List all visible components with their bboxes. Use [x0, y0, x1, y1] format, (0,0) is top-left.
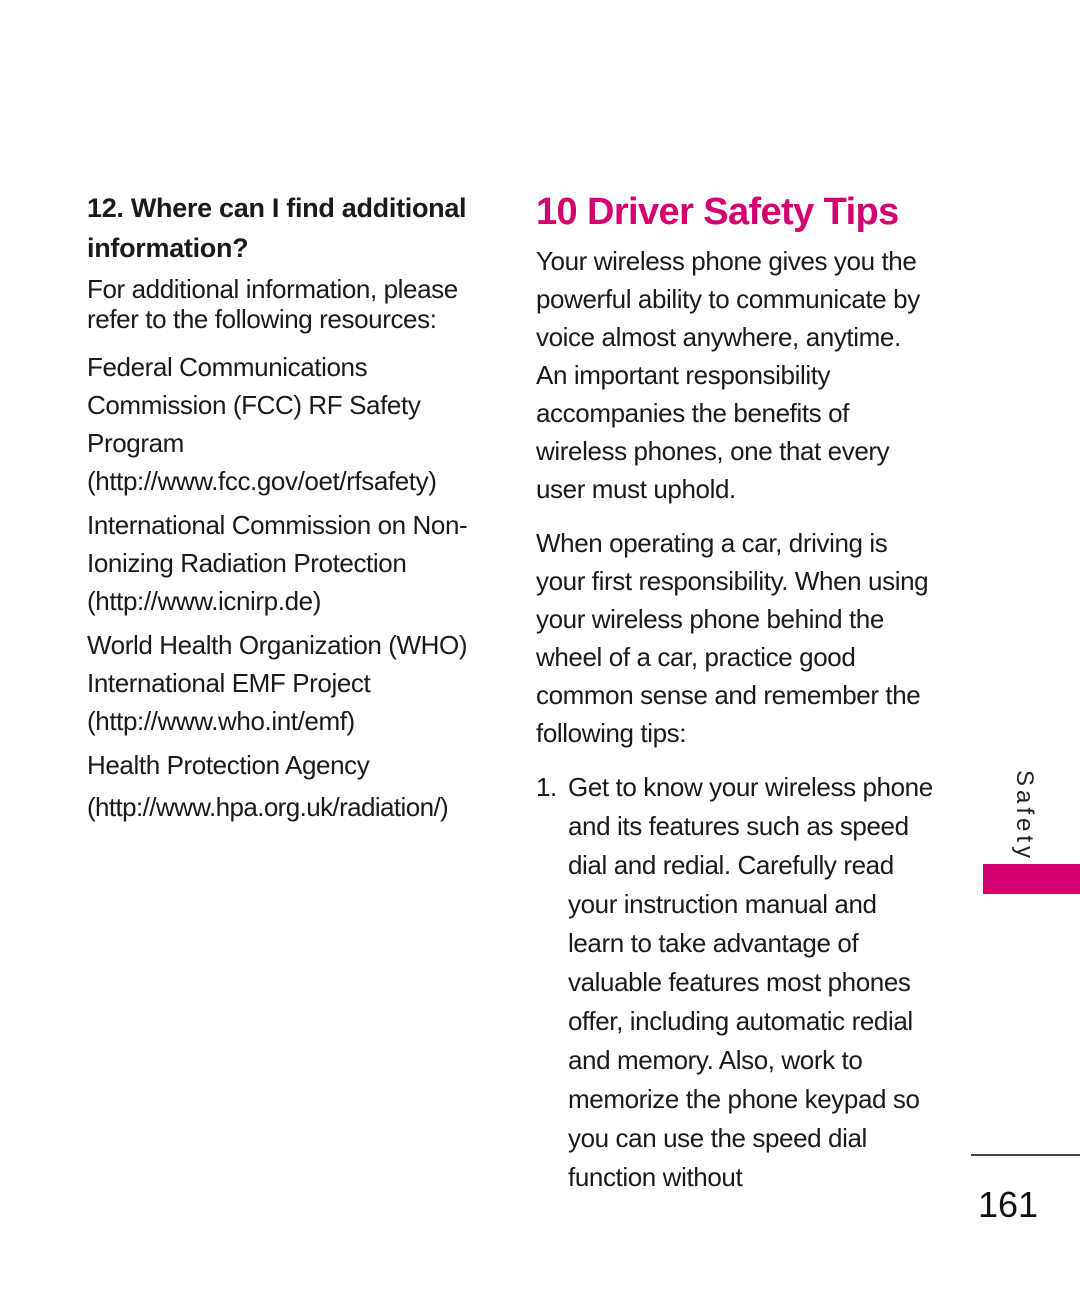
- resource-fcc: Federal Communications Commission (FCC) …: [87, 348, 487, 500]
- footer-rule: [971, 1154, 1080, 1156]
- resource-url: (http://www.fcc.gov/oet/rfsafety): [87, 466, 437, 496]
- right-column: 10 Driver Safety Tips Your wireless phon…: [536, 190, 936, 1197]
- resource-hpa: Health Protection Agency (http://www.hpa…: [87, 746, 487, 826]
- section-title: 10 Driver Safety Tips: [536, 191, 899, 233]
- tip-item: 1. Get to know your wireless phone and i…: [536, 768, 936, 1197]
- paragraph: When operating a car, driving is your fi…: [536, 528, 929, 748]
- resource-url: (http://www.hpa.org.uk/radiation/): [87, 792, 449, 822]
- resource-name: International Commission on Non-Ionizing…: [87, 510, 468, 578]
- resource-url: (http://www.who.int/emf): [87, 706, 355, 736]
- intro-text: For additional information, please refer…: [87, 274, 458, 334]
- page-number: 161: [978, 1184, 1039, 1225]
- resource-url: (http://www.icnirp.de): [87, 586, 321, 616]
- resource-who: World Health Organization (WHO) Internat…: [87, 626, 487, 740]
- question-heading: 12. Where can I find additional informat…: [87, 193, 467, 263]
- resource-icnirp: International Commission on Non-Ionizing…: [87, 506, 487, 620]
- side-tab-marker: [983, 864, 1080, 894]
- resource-name: Health Protection Agency: [87, 750, 370, 780]
- resource-name: World Health Organization (WHO) Internat…: [87, 630, 468, 698]
- tip-text: Get to know your wireless phone and its …: [568, 772, 933, 1192]
- tip-number: 1.: [536, 772, 557, 802]
- resource-name: Federal Communications Commission (FCC) …: [87, 352, 421, 458]
- side-tab-label: Safety: [1011, 770, 1038, 863]
- left-column: 12. Where can I find additional informat…: [87, 188, 487, 832]
- paragraph: Your wireless phone gives you the powerf…: [536, 246, 920, 504]
